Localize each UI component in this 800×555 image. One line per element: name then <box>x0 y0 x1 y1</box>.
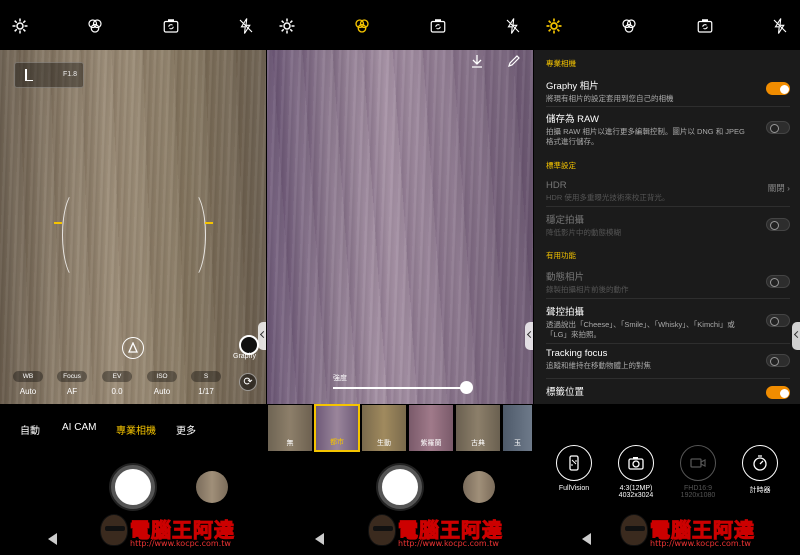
reset-rotate-icon[interactable]: ⟳ <box>239 373 257 391</box>
camera-settings-panel: 專業相機 Graphy 相片 將現有相片的設定套用到您自己的相機 儲存為 RAW… <box>534 0 800 555</box>
mascot-face-icon <box>368 514 396 546</box>
back-nav-icon[interactable] <box>582 533 591 545</box>
focus-control[interactable]: Focus AF <box>52 371 92 396</box>
gallery-thumbnail[interactable] <box>463 471 495 503</box>
filter-classic[interactable]: 古典 <box>455 404 501 452</box>
side-drawer-handle[interactable] <box>525 322 533 350</box>
intensity-slider-track[interactable] <box>333 387 467 389</box>
filter-circles-icon[interactable] <box>620 17 638 35</box>
section-useful: 有用功能 <box>546 251 576 260</box>
watermark-logo: 電腦王阿達 http://www.kocpc.com.tw <box>100 514 280 550</box>
ev-control[interactable]: EV 0.0 <box>97 371 137 396</box>
flash-off-icon[interactable] <box>504 17 522 35</box>
switch-camera-icon[interactable] <box>162 17 180 35</box>
stabilize-toggle[interactable] <box>766 218 790 231</box>
side-drawer-handle[interactable] <box>258 322 266 350</box>
motion-toggle[interactable] <box>766 275 790 288</box>
mode-pro[interactable]: 專業相機 <box>116 422 156 437</box>
flash-off-icon[interactable] <box>237 17 255 35</box>
pro-controls: WB Auto Focus AF EV 0.0 ISO Auto S 1/17 <box>8 371 232 399</box>
graphy-icon[interactable] <box>239 335 259 355</box>
location-toggle[interactable] <box>766 386 790 399</box>
settings-gear-icon[interactable] <box>278 17 296 35</box>
mascot-face-icon <box>100 514 128 546</box>
hdr-setting[interactable]: HDR HDR 使用多重曝光技術來校正背光。 關閉 › <box>546 180 790 203</box>
filter-circles-icon[interactable] <box>353 17 371 35</box>
mode-more[interactable]: 更多 <box>176 422 196 437</box>
watermark-logo: 電腦王阿達 http://www.kocpc.com.tw <box>368 514 548 550</box>
back-nav-icon[interactable] <box>315 533 324 545</box>
level-arc-left <box>62 190 92 280</box>
settings-gear-icon[interactable] <box>545 17 563 35</box>
switch-camera-icon[interactable] <box>696 17 714 35</box>
top-toolbar <box>534 0 800 50</box>
level-tick-right <box>205 222 213 224</box>
shutter-button[interactable] <box>378 465 422 509</box>
mascot-face-icon <box>620 514 648 546</box>
filter-circles-icon[interactable] <box>86 17 104 35</box>
location-tag-setting[interactable]: 標籤位置 <box>546 384 790 399</box>
fullvision-button[interactable]: FullVision <box>544 445 604 492</box>
camera-pro-panel: F1.8 Graphy ⟳ WB Auto Focus AF EV 0.0 IS… <box>0 0 266 555</box>
filter-none[interactable]: 無 <box>267 404 313 452</box>
gallery-thumbnail[interactable] <box>196 471 228 503</box>
top-toolbar <box>0 0 266 50</box>
settings-list: 專業相機 Graphy 相片 將現有相片的設定套用到您自己的相機 儲存為 RAW… <box>534 50 800 404</box>
intensity-slider-knob[interactable] <box>460 381 473 394</box>
graphy-toggle[interactable] <box>766 82 790 95</box>
intensity-label: 強度 <box>333 375 347 382</box>
settings-gear-icon[interactable] <box>11 17 29 35</box>
voice-toggle[interactable] <box>766 314 790 327</box>
graphy-label: Graphy <box>233 353 256 360</box>
filter-vivid[interactable]: 生動 <box>361 404 407 452</box>
aperture-label: F1.8 <box>62 71 77 78</box>
iso-control[interactable]: ISO Auto <box>142 371 182 396</box>
level-tick-left <box>54 222 62 224</box>
stabilize-setting[interactable]: 穩定拍攝 降低影片中的動態模糊 <box>546 212 790 238</box>
mode-ai-cam[interactable]: AI CAM <box>62 422 96 433</box>
back-nav-icon[interactable] <box>48 533 57 545</box>
voice-shutter-setting[interactable]: 聲控拍攝 透過說出「Cheese」、「Smile」、「Whisky」、「Kimc… <box>546 304 790 340</box>
manual-focus-icon[interactable] <box>122 337 144 359</box>
top-toolbar <box>267 0 533 50</box>
camera-viewfinder[interactable] <box>267 50 533 404</box>
wb-control[interactable]: WB Auto <box>8 371 48 396</box>
download-icon[interactable] <box>470 54 484 68</box>
filter-strip: 無 都市 生動 紫羅蘭 古典 玉 <box>267 404 533 452</box>
tracking-focus-setting[interactable]: Tracking focus 追蹤和維持在移動物體上的對焦 <box>546 348 790 371</box>
histogram: F1.8 <box>14 62 84 88</box>
side-drawer-handle[interactable] <box>792 322 800 350</box>
shutter-speed-control[interactable]: S 1/17 <box>186 371 226 396</box>
level-arc-right <box>176 190 206 280</box>
quick-feature-row: FullVision 4:3(12MP) 4032x3024 FHD16:9 1… <box>534 445 800 505</box>
filter-urban[interactable]: 都市 <box>314 404 360 452</box>
hdr-value: 關閉 › <box>767 183 790 193</box>
mode-bar: 自動 AI CAM 專業相機 更多 <box>0 404 266 450</box>
section-pro: 專業相機 <box>546 59 576 68</box>
motion-photo-setting[interactable]: 動態相片 錄製拍攝相片前後的動作 <box>546 269 790 295</box>
video-size-button[interactable]: FHD16:9 1920x1080 <box>668 445 728 499</box>
raw-setting[interactable]: 儲存為 RAW 拍攝 RAW 相片以進行更多編輯控制。圖片以 DNG 和 JPE… <box>546 111 790 147</box>
edit-pencil-icon[interactable] <box>507 54 521 68</box>
mode-auto[interactable]: 自動 <box>20 422 40 437</box>
filter-jade[interactable]: 玉 <box>502 404 533 452</box>
filter-violet[interactable]: 紫羅蘭 <box>408 404 454 452</box>
camera-filter-panel: 強度 無 都市 生動 紫羅蘭 古典 玉 <box>267 0 533 555</box>
timer-button[interactable]: 計時器 <box>730 445 790 495</box>
shutter-button[interactable] <box>111 465 155 509</box>
watermark-logo: 電腦王阿達 http://www.kocpc.com.tw <box>620 514 800 550</box>
tracking-toggle[interactable] <box>766 354 790 367</box>
raw-toggle[interactable] <box>766 121 790 134</box>
section-standard: 標準設定 <box>546 161 576 170</box>
switch-camera-icon[interactable] <box>429 17 447 35</box>
flash-off-icon[interactable] <box>771 17 789 35</box>
graphy-setting[interactable]: Graphy 相片 將現有相片的設定套用到您自己的相機 <box>546 78 790 104</box>
photo-size-button[interactable]: 4:3(12MP) 4032x3024 <box>606 445 666 499</box>
